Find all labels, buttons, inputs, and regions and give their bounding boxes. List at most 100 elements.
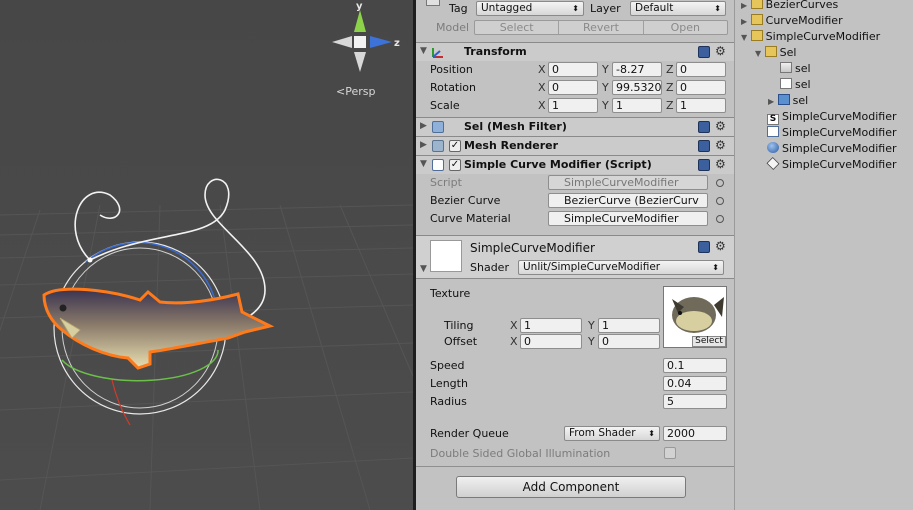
mesh-filter-header[interactable]: ▶ Sel (Mesh Filter) ⚙ — [416, 117, 734, 136]
foldout-collapsed-icon[interactable]: ▶ — [768, 97, 774, 106]
foldout-expanded-icon[interactable]: ▼ — [420, 46, 427, 56]
bezier-curve-field[interactable]: BezierCurve (BezierCurv — [548, 193, 708, 208]
script-title: Simple Curve Modifier (Script) — [464, 158, 652, 171]
y-axis-cone[interactable] — [354, 10, 366, 32]
layer-label: Layer — [590, 2, 621, 15]
add-component-button[interactable]: Add Component — [456, 476, 686, 498]
gear-icon[interactable]: ⚙ — [715, 239, 726, 253]
material-header[interactable]: ▼ SimpleCurveModifier Shader Unlit/Simpl… — [416, 235, 734, 279]
tree-item-simplecurvemodifier-folder[interactable]: ▼ SimpleCurveModifier — [741, 29, 880, 45]
foldout-expanded-icon[interactable]: ▼ — [420, 264, 427, 274]
offset-x-field[interactable]: 0 — [520, 334, 582, 349]
tree-item-label: SimpleCurveModifier — [765, 30, 881, 43]
scale-z-field[interactable]: 1 — [676, 98, 726, 113]
curve-material-label: Curve Material — [430, 212, 511, 225]
texture-select-button[interactable]: Select — [692, 336, 726, 347]
tree-item-label: SimpleCurveModifier — [782, 110, 897, 123]
curve-material-field[interactable]: SimpleCurveModifier — [548, 211, 708, 226]
scene-view[interactable]: y z <Persp — [0, 0, 413, 510]
gizmo-center-cube[interactable] — [354, 36, 366, 48]
dropdown-arrow-icon: ⬍ — [648, 429, 655, 438]
help-book-icon[interactable] — [698, 46, 710, 58]
layer-dropdown[interactable]: Default ⬍ — [630, 1, 726, 16]
speed-field[interactable]: 0.1 — [663, 358, 727, 373]
script-enabled-checkbox[interactable]: ✓ — [449, 159, 461, 171]
shader-dropdown[interactable]: Unlit/SimpleCurveModifier ⬍ — [518, 260, 724, 275]
offset-y-field[interactable]: 0 — [598, 334, 660, 349]
tiling-x-field[interactable]: 1 — [520, 318, 582, 333]
scale-y-field[interactable]: 1 — [612, 98, 662, 113]
tree-item-simplecurvemodifier-shader[interactable]: S SimpleCurveModifier — [767, 109, 897, 125]
dsgi-checkbox[interactable] — [664, 447, 676, 459]
tree-item-label: SimpleCurveModifier — [782, 142, 897, 155]
tag-dropdown[interactable]: Untagged ⬍ — [476, 1, 584, 16]
position-x-field[interactable]: 0 — [548, 62, 598, 77]
curve-control-point[interactable] — [87, 257, 93, 263]
help-book-icon[interactable] — [698, 241, 710, 253]
z-axis-cone[interactable] — [370, 36, 392, 48]
tree-item-curvemodifier[interactable]: ▶ CurveModifier — [741, 13, 843, 29]
foldout-collapsed-icon[interactable]: ▶ — [741, 1, 747, 10]
position-z-field[interactable]: 0 — [676, 62, 726, 77]
render-queue-field[interactable]: 2000 — [663, 426, 727, 441]
gear-icon[interactable]: ⚙ — [715, 157, 726, 171]
axis-y-label: Y — [602, 81, 609, 94]
foldout-collapsed-icon[interactable]: ▶ — [741, 17, 747, 26]
tiling-label: Tiling — [444, 319, 474, 332]
gear-icon[interactable]: ⚙ — [715, 119, 726, 133]
tree-item-simplecurvemodifier-script[interactable]: SimpleCurveModifier — [767, 125, 897, 141]
rotation-x-field[interactable]: 0 — [548, 80, 598, 95]
axis-y-label: Y — [602, 63, 609, 76]
position-y-field[interactable]: -8.27 — [612, 62, 662, 77]
render-queue-mode: From Shader — [569, 427, 636, 439]
tree-item-sel-mesh[interactable]: sel — [780, 61, 811, 77]
gear-icon[interactable]: ⚙ — [715, 138, 726, 152]
tiling-y-field[interactable]: 1 — [598, 318, 660, 333]
bezier-curve-label: Bezier Curve — [430, 194, 501, 207]
object-picker-icon[interactable] — [716, 179, 724, 187]
rotation-y-field[interactable]: 99.5320 — [612, 80, 662, 95]
dropdown-arrow-icon: ⬍ — [714, 4, 721, 13]
foldout-collapsed-icon[interactable]: ▶ — [420, 140, 427, 150]
tree-item-simplecurvemodifier-scene[interactable]: SimpleCurveModifier — [766, 156, 897, 173]
persp-toggle[interactable]: <Persp — [336, 85, 375, 98]
foldout-expanded-icon[interactable]: ▼ — [755, 49, 761, 58]
script-icon — [767, 126, 779, 137]
length-field[interactable]: 0.04 — [663, 376, 727, 391]
axis-y-label: Y — [588, 335, 595, 348]
tree-item-sel-folder[interactable]: ▼ Sel — [755, 45, 796, 61]
help-book-icon[interactable] — [698, 159, 710, 171]
radius-field[interactable]: 5 — [663, 394, 727, 409]
texture-slot[interactable]: Select — [663, 286, 727, 348]
script-object-field[interactable]: SimpleCurveModifier — [548, 175, 708, 190]
object-picker-icon[interactable] — [716, 197, 724, 205]
unity-scene-icon — [766, 156, 780, 171]
gizmo-z-label: z — [394, 38, 400, 49]
orientation-gizmo[interactable]: y z — [326, 0, 406, 80]
divider — [416, 466, 734, 467]
model-revert-button[interactable]: Revert — [559, 21, 644, 34]
tree-item-sel-file[interactable]: sel — [780, 77, 811, 93]
object-picker-icon[interactable] — [716, 215, 724, 223]
help-book-icon[interactable] — [698, 140, 710, 152]
help-book-icon[interactable] — [698, 121, 710, 133]
render-queue-dropdown[interactable]: From Shader ⬍ — [564, 426, 660, 441]
tree-item-sel-prefab[interactable]: ▶ sel — [768, 93, 808, 109]
model-select-button[interactable]: Select — [475, 21, 560, 34]
rotation-z-field[interactable]: 0 — [676, 80, 726, 95]
transform-header[interactable]: ▼ Transform ⚙ — [416, 42, 734, 61]
gear-icon[interactable]: ⚙ — [715, 44, 726, 58]
foldout-expanded-icon[interactable]: ▼ — [420, 159, 427, 169]
script-component-header[interactable]: ▼ ✓ Simple Curve Modifier (Script) ⚙ — [416, 155, 734, 174]
tree-item-simplecurvemodifier-material[interactable]: SimpleCurveModifier — [767, 141, 897, 157]
scale-x-field[interactable]: 1 — [548, 98, 598, 113]
foldout-expanded-icon[interactable]: ▼ — [741, 33, 747, 42]
scale-label: Scale — [430, 99, 460, 112]
neg-y-axis-cone[interactable] — [354, 52, 366, 72]
mesh-renderer-enabled-checkbox[interactable]: ✓ — [449, 140, 461, 152]
neg-x-axis-cone[interactable] — [332, 36, 352, 48]
foldout-collapsed-icon[interactable]: ▶ — [420, 121, 427, 131]
tree-item-beziercurves[interactable]: ▶ BezierCurves — [741, 0, 838, 13]
model-open-button[interactable]: Open — [644, 21, 727, 34]
mesh-renderer-header[interactable]: ▶ ✓ Mesh Renderer ⚙ — [416, 136, 734, 155]
